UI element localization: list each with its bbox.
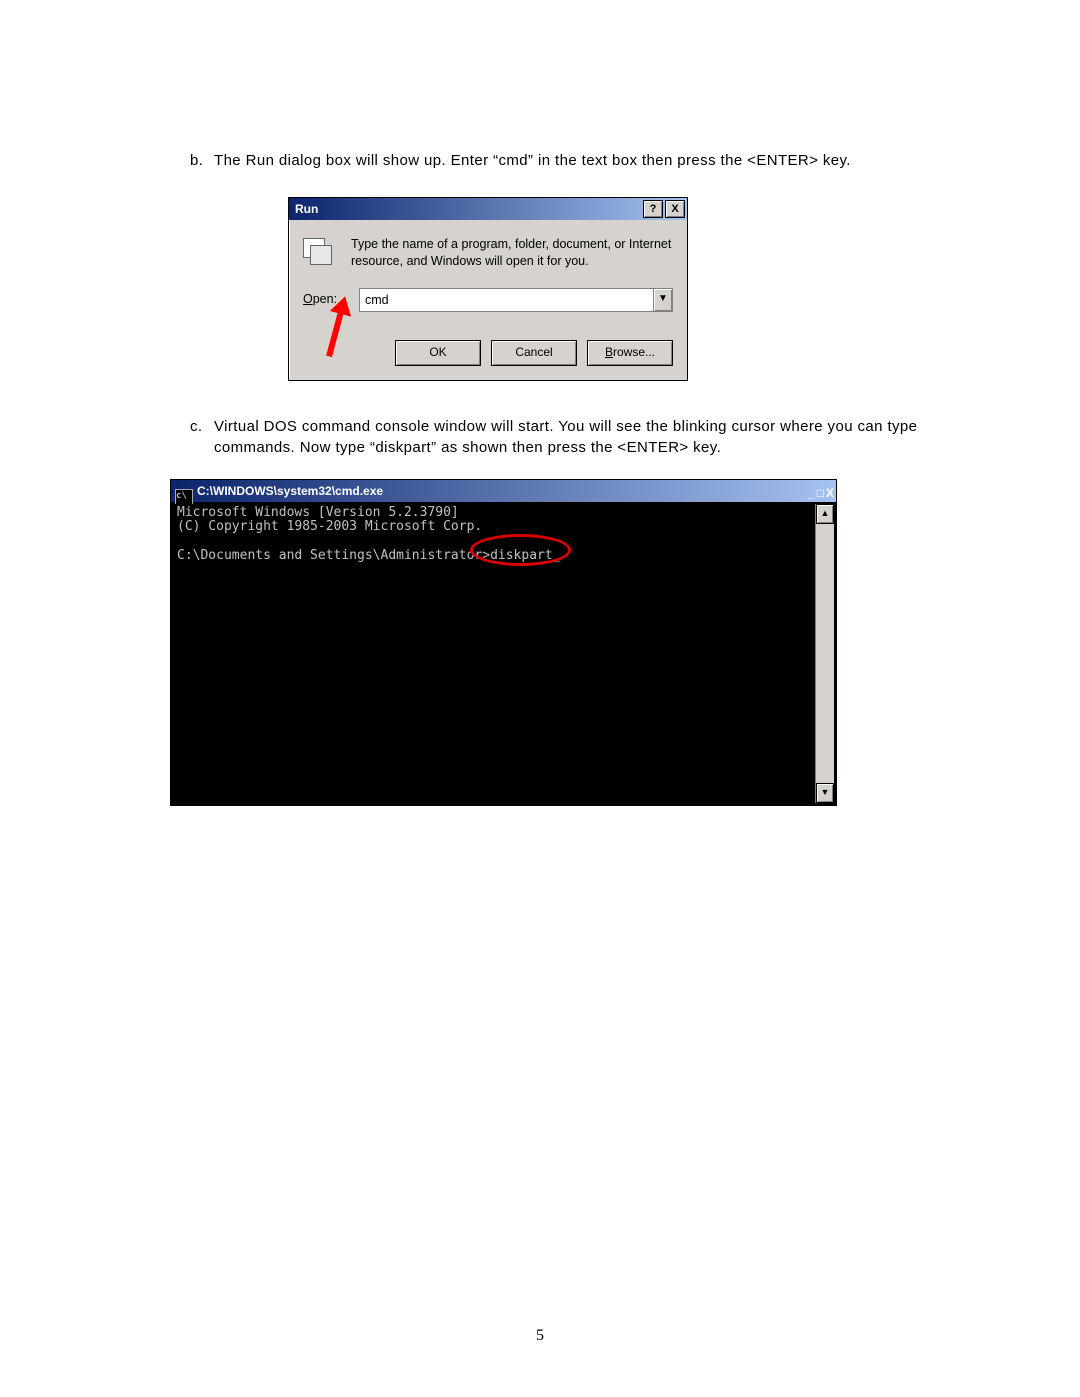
browse-button[interactable]: Browse... (587, 340, 673, 366)
run-titlebar[interactable]: Run ? X (289, 198, 687, 220)
cancel-button[interactable]: Cancel (491, 340, 577, 366)
cmd-title-file: cmd.exe (335, 484, 383, 498)
close-icon[interactable]: X (665, 200, 685, 218)
run-message: Type the name of a program, folder, docu… (351, 236, 673, 270)
minimize-icon[interactable]: _ (808, 482, 815, 504)
step-c-text: Virtual DOS command console window will … (214, 416, 960, 460)
step-b-marker: b. (190, 150, 214, 172)
instruction-step-c: c. Virtual DOS command console window wi… (190, 416, 960, 460)
run-title-text: Run (295, 202, 318, 216)
instruction-step-b: b. The Run dialog box will show up. Ente… (190, 150, 960, 172)
close-icon[interactable]: X (826, 482, 834, 504)
step-c-marker: c. (190, 416, 214, 460)
scroll-down-icon[interactable]: ▼ (816, 783, 834, 803)
scrollbar[interactable]: ▲ ▼ (815, 504, 834, 803)
open-combobox[interactable]: ▼ (359, 288, 673, 312)
cmd-titlebar[interactable]: c\ C:\WINDOWS\system32\cmd.exe _ □ X (171, 480, 836, 502)
chevron-down-icon[interactable]: ▼ (653, 289, 672, 311)
help-icon[interactable]: ? (643, 200, 663, 218)
ok-button[interactable]: OK (395, 340, 481, 366)
run-icon (303, 238, 337, 266)
cmd-window: c\ C:\WINDOWS\system32\cmd.exe _ □ X Micr… (170, 479, 837, 806)
scroll-track[interactable] (816, 524, 834, 783)
open-input[interactable] (360, 289, 653, 311)
scroll-up-icon[interactable]: ▲ (816, 504, 834, 524)
cmd-output[interactable]: Microsoft Windows [Version 5.2.3790] (C)… (173, 504, 815, 803)
run-dialog: Run ? X Type the name of a program, fold… (288, 197, 688, 381)
step-b-text: The Run dialog box will show up. Enter “… (214, 150, 960, 172)
cmd-title-path: C:\WINDOWS\system32\ (197, 484, 335, 498)
cmd-icon: c\ (175, 489, 193, 505)
page-number: 5 (0, 1324, 1080, 1347)
maximize-icon[interactable]: □ (817, 482, 824, 504)
